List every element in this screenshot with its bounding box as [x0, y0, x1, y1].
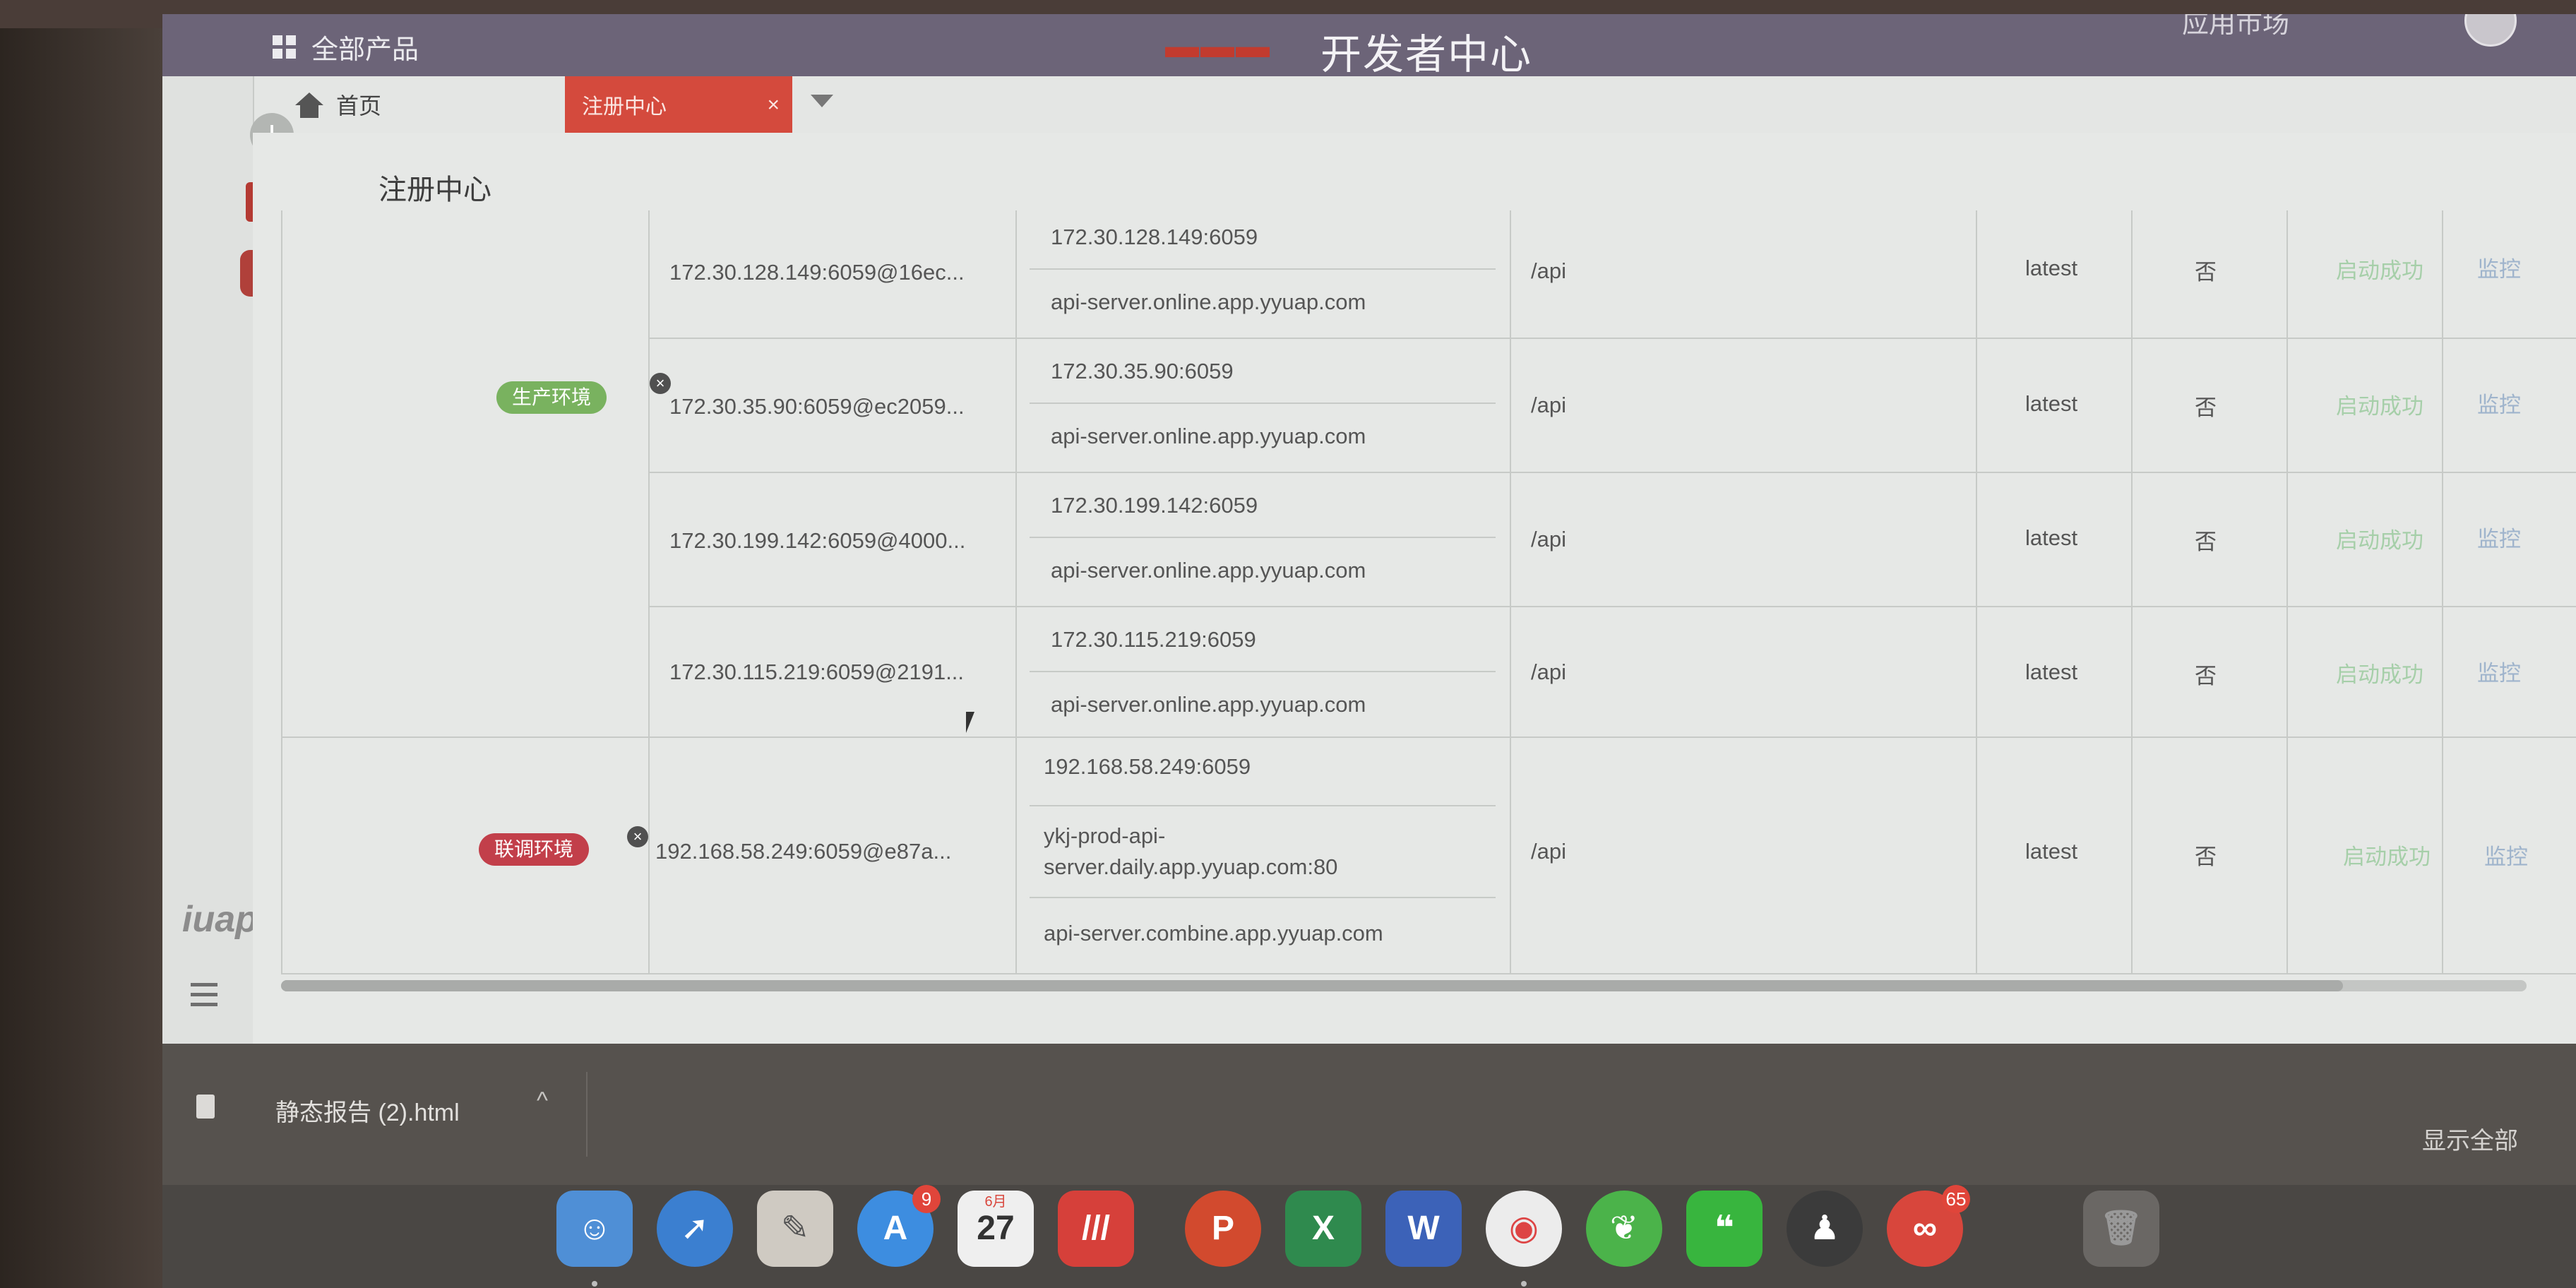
monitor-link[interactable]: 监控 [2484, 839, 2528, 871]
avatar[interactable] [2464, 14, 2517, 47]
calendar-month: 6月 [984, 1194, 1007, 1210]
home-icon [295, 93, 323, 118]
wechat-icon[interactable]: ❝ [1686, 1191, 1763, 1267]
instance-address: ykj-prod-api-server.daily.app.yyuap.com:… [1044, 823, 1338, 879]
instance-address: 172.30.35.90:6059 [1051, 359, 1234, 383]
excel-icon[interactable]: X [1285, 1191, 1361, 1267]
close-icon[interactable]: × [627, 826, 648, 847]
status-badge: 启动成功 [2343, 845, 2431, 869]
tab-bar: 首页 注册中心 × [253, 76, 2576, 134]
version: latest [2025, 525, 2078, 550]
file-icon [196, 1095, 215, 1119]
chevron-up-icon[interactable]: ^ [537, 1087, 548, 1115]
app-store-badge: 9 [912, 1185, 941, 1213]
qq-icon[interactable]: ♟ [1787, 1191, 1863, 1267]
instance-id: 172.30.35.90:6059@ec2059... [669, 394, 965, 419]
instance-id: 192.168.58.249:6059@e87a... [655, 839, 952, 864]
portal-title: 开发者中心 [1320, 32, 1533, 78]
flag-value: 否 [2195, 664, 2217, 688]
chrome-icon[interactable]: ◉ [1486, 1191, 1562, 1267]
running-indicator [1521, 1281, 1527, 1287]
status-badge: 启动成功 [2336, 394, 2423, 419]
tab-home[interactable]: 首页 [295, 76, 381, 133]
context-path: /api [1531, 660, 1566, 684]
flag-value: 否 [2195, 260, 2217, 285]
show-all-link[interactable]: 显示全部 [2422, 1121, 2518, 1156]
registry-table: 生产环境 × 联调环境 × 172.30.128.149:6059@16ec..… [253, 210, 2576, 991]
context-path: /api [1531, 839, 1566, 864]
browser-screen: 全部产品 ▬▬▬ 开发者中心 应用市场 首页 注册中心 × + ★ ✿ iuap… [162, 14, 2576, 1288]
iuap-logo: iuap [182, 899, 258, 940]
instance-address: 172.30.128.149:6059 [1051, 225, 1258, 249]
safari-icon[interactable]: ➚ [657, 1191, 733, 1267]
calendar-day: 27 [977, 1210, 1015, 1247]
instance-address: api-server.online.app.yyuap.com [1051, 290, 1366, 314]
tab-home-label: 首页 [336, 93, 382, 119]
close-icon[interactable]: × [767, 93, 780, 117]
powerpoint-icon[interactable]: P [1185, 1191, 1261, 1267]
monitor-link[interactable]: 监控 [2477, 387, 2521, 419]
main-content: 注册中心 生产环境 × 联调环境 × 172.30.128.149:6059@1… [253, 133, 2576, 1044]
link-app-icon[interactable]: ∞ 65 [1887, 1185, 1970, 1267]
trash-icon[interactable]: 🗑 [2083, 1191, 2159, 1267]
context-path: /api [1531, 393, 1566, 417]
app-store-icon[interactable]: A9 [857, 1185, 941, 1267]
calendar-icon[interactable]: 6月 27 [958, 1191, 1034, 1267]
tab-registry-label: 注册中心 [582, 95, 667, 119]
menu-toggle-icon[interactable] [191, 983, 217, 1013]
flag-value: 否 [2195, 530, 2217, 554]
finder-icon[interactable]: ☺ [556, 1191, 633, 1267]
flag-value: 否 [2195, 845, 2217, 869]
context-path: /api [1531, 258, 1566, 283]
status-badge: 启动成功 [2336, 528, 2423, 553]
running-indicator [592, 1281, 597, 1287]
divider [586, 1072, 588, 1157]
word-icon[interactable]: W [1385, 1191, 1462, 1267]
dock: ☺ ➚ ✎ A9 6月 27 /// P X W ◉ ❦ ❝ ♟ ∞ 65 🗑 [162, 1185, 2576, 1288]
env-tag-joint-debug: 联调环境 [479, 833, 590, 866]
version: latest [2025, 660, 2078, 684]
instance-address: api-server.combine.app.yyuap.com [1044, 921, 1383, 946]
instance-id: 172.30.128.149:6059@16ec... [669, 260, 965, 285]
all-products-label: 全部产品 [311, 35, 419, 65]
app-market-link[interactable]: 应用市场 [2182, 14, 2289, 40]
instance-address: 172.30.199.142:6059 [1051, 493, 1258, 518]
tab-registry-center[interactable]: 注册中心 × [565, 76, 792, 133]
instance-address: api-server.online.app.yyuap.com [1051, 558, 1366, 583]
instance-address: api-server.online.app.yyuap.com [1051, 692, 1366, 717]
scrollbar-thumb[interactable] [281, 980, 2343, 991]
instance-address: 192.168.58.249:6059 [1044, 754, 1251, 779]
download-file-name[interactable]: 静态报告 (2).html [275, 1093, 460, 1128]
version: latest [2025, 256, 2078, 280]
grid-icon [273, 35, 296, 59]
yonyou-icon[interactable]: /// [1058, 1191, 1134, 1267]
notes-icon[interactable]: ✎ [757, 1191, 833, 1267]
room-background [0, 0, 162, 1288]
monitor-link[interactable]: 监控 [2477, 251, 2521, 283]
instance-id: 172.30.199.142:6059@4000... [669, 528, 966, 553]
mouse-cursor-icon [966, 712, 974, 733]
evernote-icon[interactable]: ❦ [1586, 1191, 1662, 1267]
context-path: /api [1531, 527, 1566, 551]
instance-address: api-server.online.app.yyuap.com [1051, 424, 1366, 448]
download-shelf: 静态报告 (2).html ^ 显示全部 [162, 1044, 2576, 1185]
horizontal-scrollbar[interactable] [281, 980, 2527, 991]
brand-logo: ▬▬▬ [1165, 28, 1271, 65]
monitor-link[interactable]: 监控 [2477, 655, 2521, 687]
all-products-button[interactable]: 全部产品 [273, 31, 419, 65]
top-header: 全部产品 ▬▬▬ 开发者中心 应用市场 [162, 14, 2576, 78]
version: latest [2025, 839, 2078, 864]
status-badge: 启动成功 [2336, 258, 2423, 283]
close-icon[interactable]: × [650, 373, 671, 394]
monitor-link[interactable]: 监控 [2477, 521, 2521, 553]
instance-id: 172.30.115.219:6059@2191... [669, 660, 965, 684]
page-title: 注册中心 [378, 174, 491, 205]
instance-address: 172.30.115.219:6059 [1051, 627, 1256, 652]
status-badge: 启动成功 [2336, 662, 2423, 687]
flag-value: 否 [2195, 395, 2217, 420]
version: latest [2025, 391, 2078, 416]
chevron-down-icon[interactable] [811, 95, 833, 107]
env-tag-production: 生产环境 [496, 381, 607, 414]
link-app-badge: 65 [1942, 1185, 1970, 1213]
